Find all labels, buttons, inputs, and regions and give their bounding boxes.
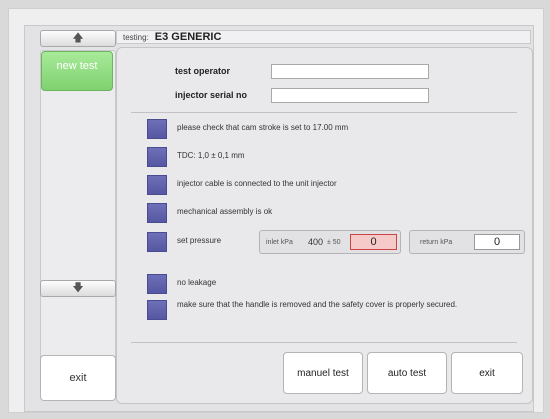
- sidebar: 🡅 new test 🡇 exit: [30, 30, 116, 402]
- check-square[interactable]: [147, 147, 167, 167]
- checklist-text: injector cable is connected to the unit …: [177, 179, 337, 188]
- arrow-up-icon: 🡅: [72, 32, 84, 44]
- sidebar-exit-button[interactable]: exit: [40, 355, 116, 401]
- check-square[interactable]: [147, 232, 167, 252]
- new-test-button[interactable]: new test: [41, 51, 113, 91]
- scroll-up-button[interactable]: 🡅: [40, 30, 116, 47]
- main-panel: test operator injector serial no please …: [116, 47, 533, 404]
- exit-button[interactable]: exit: [451, 352, 523, 394]
- inlet-target: 400: [308, 237, 324, 247]
- divider: [131, 112, 517, 113]
- operator-label: test operator: [175, 66, 231, 76]
- divider: [131, 342, 517, 343]
- checklist-text: mechanical assembly is ok: [177, 207, 273, 216]
- return-value: 0: [493, 236, 501, 248]
- return-value-field[interactable]: 0: [474, 234, 520, 250]
- checklist-text: please check that cam stroke is set to 1…: [177, 123, 349, 132]
- auto-test-button[interactable]: auto test: [367, 352, 447, 394]
- check-square[interactable]: [147, 203, 167, 223]
- check-square[interactable]: [147, 175, 167, 195]
- serial-field[interactable]: [271, 88, 429, 103]
- operator-field[interactable]: [271, 64, 429, 79]
- inlet-tolerance: ± 50: [327, 239, 341, 246]
- manual-test-label: manuel test: [297, 367, 349, 379]
- checklist-text: set pressure: [177, 236, 222, 245]
- page-title: E3 GENERIC: [154, 31, 222, 43]
- check-square[interactable]: [147, 274, 167, 294]
- test-list-panel: new test: [40, 50, 116, 382]
- serial-label: injector serial no: [175, 90, 248, 100]
- scroll-down-button[interactable]: 🡇: [40, 280, 116, 297]
- manual-test-button[interactable]: manuel test: [283, 352, 363, 394]
- return-pressure-box: return kPa 0: [409, 230, 525, 254]
- inlet-pressure-box: inlet kPa 400 ± 50 0: [259, 230, 401, 254]
- sidebar-exit-label: exit: [69, 372, 87, 384]
- checklist-text: no leakage: [177, 278, 217, 287]
- inlet-value: 0: [370, 236, 377, 248]
- checklist-text: make sure that the handle is removed and…: [177, 300, 458, 309]
- inlet-value-field[interactable]: 0: [350, 234, 397, 250]
- check-square[interactable]: [147, 300, 167, 320]
- exit-label: exit: [479, 367, 495, 379]
- inlet-label: inlet kPa: [266, 239, 293, 246]
- checklist-item-pressure: set pressure inlet kPa 400 ± 50 0 return…: [147, 230, 527, 254]
- new-test-label: new test: [56, 60, 98, 72]
- return-label: return kPa: [420, 239, 453, 246]
- check-square[interactable]: [147, 119, 167, 139]
- arrow-down-icon: 🡇: [72, 282, 84, 294]
- header-prefix: testing:: [123, 32, 149, 42]
- checklist-text: TDC: 1,0 ± 0,1 mm: [177, 151, 245, 160]
- test-header: testing: E3 GENERIC: [116, 30, 531, 44]
- auto-test-label: auto test: [387, 367, 427, 379]
